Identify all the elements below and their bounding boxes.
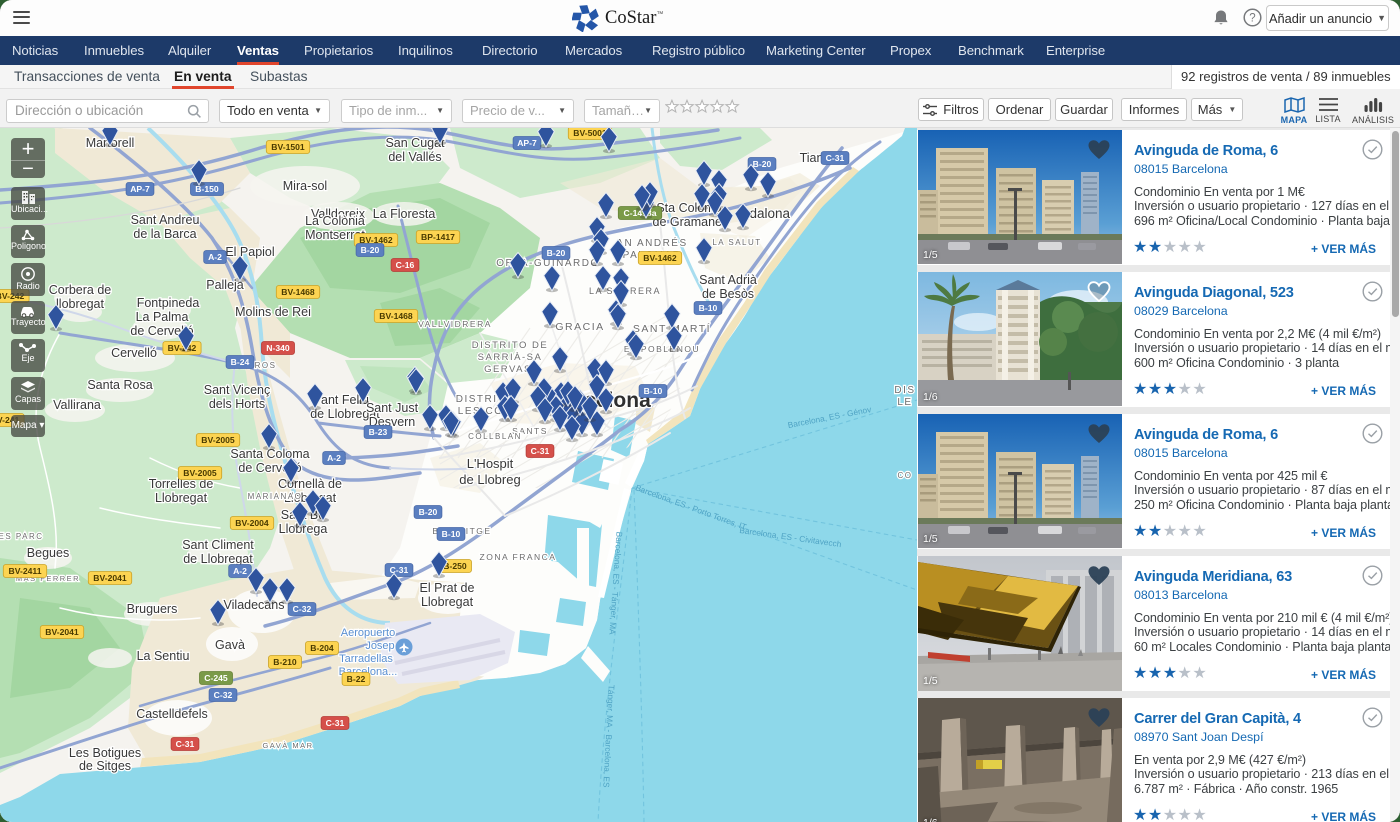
svg-text:El Prat de: El Prat de — [420, 581, 475, 595]
svg-text:Llobregat: Llobregat — [155, 491, 208, 505]
svg-text:Sant Climent: Sant Climent — [182, 538, 254, 552]
svg-text:BV-1468: BV-1468 — [281, 287, 315, 297]
svg-text:B-20: B-20 — [547, 248, 566, 258]
svg-text:C-31: C-31 — [826, 153, 845, 163]
svg-text:Santa Rosa: Santa Rosa — [87, 378, 152, 392]
svg-text:La Colònia: La Colònia — [305, 214, 365, 228]
svg-text:Bruguers: Bruguers — [127, 602, 178, 616]
svg-text:B-23: B-23 — [369, 427, 388, 437]
svg-text:MARIANAO: MARIANAO — [248, 492, 303, 501]
svg-text:VALLVIDRERA: VALLVIDRERA — [418, 319, 492, 329]
svg-text:DIS: DIS — [894, 385, 915, 396]
svg-text:Vallirana: Vallirana — [53, 398, 101, 412]
svg-text:de Llobreg: de Llobreg — [459, 472, 520, 487]
svg-text:COLLBLAN: COLLBLAN — [468, 432, 522, 441]
svg-text:de Llobregat: de Llobregat — [183, 552, 253, 566]
svg-text:BV-1462: BV-1462 — [643, 253, 677, 263]
svg-text:B-22: B-22 — [347, 674, 366, 684]
svg-text:C-245: C-245 — [204, 673, 228, 683]
svg-text:Les Botigues: Les Botigues — [69, 746, 141, 760]
svg-text:B-210: B-210 — [273, 657, 297, 667]
svg-text:dels Horts: dels Horts — [209, 397, 265, 411]
svg-text:Aeropuerto: Aeropuerto — [341, 627, 395, 639]
svg-text:Viladecans: Viladecans — [224, 598, 285, 612]
svg-text:de la Barca: de la Barca — [133, 227, 196, 241]
svg-text:C-31: C-31 — [326, 718, 345, 728]
svg-text:C-31: C-31 — [176, 739, 195, 749]
svg-text:de Besòs: de Besòs — [702, 287, 754, 301]
svg-text:B-20: B-20 — [753, 159, 772, 169]
svg-text:B-10: B-10 — [699, 303, 718, 313]
svg-text:El Papiol: El Papiol — [225, 245, 274, 259]
svg-text:Sant Adrià: Sant Adrià — [699, 273, 757, 287]
svg-text:B-10: B-10 — [644, 386, 663, 396]
svg-text:La Floresta: La Floresta — [373, 207, 436, 221]
svg-text:C-32: C-32 — [293, 604, 312, 614]
svg-text:Fontpineda: Fontpineda — [137, 296, 200, 310]
svg-text:BV-2005: BV-2005 — [201, 435, 235, 445]
svg-text:Sant Just: Sant Just — [366, 401, 419, 415]
svg-text:CO: CO — [898, 471, 913, 480]
svg-text:LA SALUT: LA SALUT — [712, 238, 761, 247]
svg-text:Sant Andreu: Sant Andreu — [131, 213, 200, 227]
svg-text:Cornellà de: Cornellà de — [278, 477, 342, 491]
svg-text:Tarradellas: Tarradellas — [339, 653, 393, 665]
svg-text:A-2: A-2 — [233, 566, 247, 576]
svg-text:BV-2411: BV-2411 — [9, 566, 42, 576]
svg-text:B-20: B-20 — [419, 507, 438, 517]
svg-text:ZONA FRANCA: ZONA FRANCA — [480, 552, 557, 562]
svg-text:?: ? — [1249, 13, 1255, 25]
svg-text:DISTRITO DE: DISTRITO DE — [472, 340, 549, 351]
svg-text:BV-1468: BV-1468 — [379, 311, 413, 321]
svg-text:BV-2041: BV-2041 — [45, 627, 79, 637]
svg-text:B-20: B-20 — [361, 245, 380, 255]
svg-text:C-31: C-31 — [390, 565, 409, 575]
svg-text:BV-2004: BV-2004 — [235, 518, 269, 528]
svg-text:AN ANDRÉS: AN ANDRÉS — [616, 236, 687, 249]
svg-text:Corbera de: Corbera de — [49, 283, 112, 297]
svg-text:C-31: C-31 — [531, 446, 550, 456]
svg-text:Cervelló: Cervelló — [111, 346, 157, 360]
svg-text:llobregat: llobregat — [56, 297, 104, 311]
svg-text:AP-7: AP-7 — [517, 138, 537, 148]
svg-text:L'Hospit: L'Hospit — [467, 456, 514, 471]
svg-text:BV-2005: BV-2005 — [183, 468, 217, 478]
svg-text:B-24: B-24 — [231, 357, 250, 367]
svg-text:AP-7: AP-7 — [130, 184, 150, 194]
svg-text:B-204: B-204 — [310, 643, 334, 653]
svg-text:Josep: Josep — [365, 640, 394, 652]
svg-text:Mira-sol: Mira-sol — [283, 179, 327, 193]
svg-text:BP-1417: BP-1417 — [421, 232, 455, 242]
svg-text:Gavà: Gavà — [215, 638, 245, 652]
svg-text:BV-2041: BV-2041 — [93, 573, 127, 583]
svg-text:A-2: A-2 — [327, 453, 341, 463]
svg-text:B-10: B-10 — [442, 529, 461, 539]
svg-text:C-32: C-32 — [214, 690, 233, 700]
svg-text:Sant Vicenç: Sant Vicenç — [204, 383, 270, 397]
svg-text:Castelldefels: Castelldefels — [136, 707, 208, 721]
svg-text:Begues: Begues — [27, 546, 69, 560]
svg-text:C-16: C-16 — [396, 260, 415, 270]
svg-text:La Palma: La Palma — [136, 310, 189, 324]
svg-text:de Sitges: de Sitges — [79, 759, 131, 773]
svg-text:Molins de Rei: Molins de Rei — [235, 305, 311, 319]
svg-text:A-2: A-2 — [208, 252, 222, 262]
svg-text:LE: LE — [897, 397, 912, 408]
svg-text:Llobregat: Llobregat — [421, 595, 474, 609]
svg-text:La Sentiu: La Sentiu — [137, 649, 190, 663]
svg-text:BV-1501: BV-1501 — [271, 142, 305, 152]
svg-text:ES PARC: ES PARC — [0, 532, 44, 541]
svg-text:N-340: N-340 — [266, 343, 290, 353]
svg-text:GRACIA: GRACIA — [555, 321, 604, 333]
svg-text:GAVÀ MAR: GAVÀ MAR — [262, 741, 313, 750]
svg-text:del Vallés: del Vallés — [388, 150, 441, 164]
